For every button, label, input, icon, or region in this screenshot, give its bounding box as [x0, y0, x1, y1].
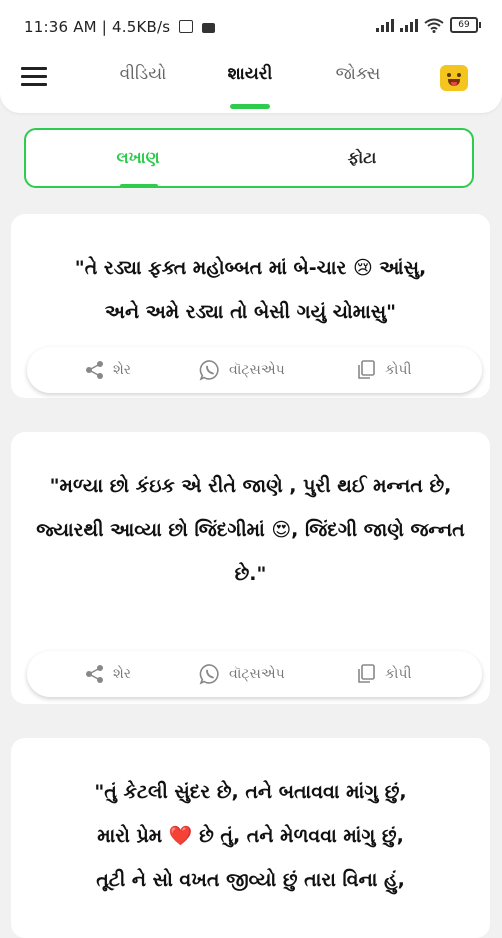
shayari-line: "તું કેટલી સુંદર છે, તને બતાવવા માંગુ છુ…: [94, 781, 407, 803]
menu-icon[interactable]: [21, 67, 47, 87]
active-tab-indicator: [230, 104, 270, 109]
sub-tab-bar: લખાણ ફોટા: [24, 128, 474, 188]
share-button[interactable]: શેર: [85, 662, 131, 686]
whatsapp-button[interactable]: વૉટ્સએપ: [199, 662, 285, 686]
signal-icon: [376, 18, 394, 32]
shayari-text: "મળ્યા છો કંઇક એ રીતે જાણે , પુરી થઈ મન્…: [35, 464, 466, 596]
copy-label: કોપી: [385, 362, 412, 378]
shayari-card: "મળ્યા છો કંઇક એ રીતે જાણે , પુરી થઈ મન્…: [11, 432, 490, 704]
status-time-text: 11:36 AM | 4.5KB/s: [24, 18, 171, 36]
sub-tab-text[interactable]: લખાણ: [78, 148, 198, 168]
copy-icon: [358, 360, 375, 379]
emoji-icon[interactable]: [440, 65, 468, 91]
copy-button[interactable]: કોપી: [355, 662, 411, 686]
message-icon: [202, 23, 216, 33]
share-button[interactable]: શેર: [85, 358, 131, 382]
tab-videos[interactable]: વીડિયો: [88, 64, 198, 84]
shayari-line: તૂટી ને સો વખત જીવ્યો છું તારા વિના હું,: [96, 869, 405, 891]
action-bar: શેર વૉટ્સએપ કોપી: [27, 651, 482, 697]
shayari-card: "તું કેટલી સુંદર છે, તને બતાવવા માંગુ છુ…: [11, 738, 490, 938]
whatsapp-label: વૉટ્સએપ: [229, 666, 285, 682]
copy-label: કોપી: [385, 666, 412, 682]
shayari-text: "તું કેટલી સુંદર છે, તને બતાવવા માંગુ છુ…: [27, 770, 474, 902]
share-label: શેર: [113, 666, 132, 682]
status-icons: 69: [376, 17, 481, 33]
shayari-line: મારો પ્રેમ ❤️ છે તું, તને મેળવવા માંગુ છ…: [97, 825, 404, 847]
signal-icon: [400, 18, 418, 32]
shayari-line: જ્યારથી આવ્યા છો જિંદગીમાં 😍, જિંદગી જાણ…: [36, 519, 465, 585]
tab-shayari[interactable]: શાયરી: [195, 64, 305, 84]
shayari-line: "મળ્યા છો કંઇક એ રીતે જાણે , પુરી થઈ મન્…: [49, 475, 452, 497]
wifi-icon: [424, 18, 444, 33]
share-icon: [86, 665, 103, 683]
battery-icon: 69: [450, 17, 481, 33]
sub-tab-photos[interactable]: ફોટા: [302, 148, 422, 168]
action-bar: શેર વૉટ્સએપ કોપી: [27, 347, 482, 393]
tab-jokes[interactable]: જોક્સ: [303, 64, 413, 84]
shayari-line: "તે રડ્યા ફક્ત મહોબ્બત માં બે-ચાર 😢 આંસુ…: [74, 257, 427, 279]
share-icon: [86, 361, 103, 379]
whatsapp-label: વૉટ્સએપ: [229, 362, 285, 378]
copy-icon: [358, 664, 375, 683]
app-header: 11:36 AM | 4.5KB/s 69 વીડિયો શાયરી જોક્સ: [0, 0, 502, 113]
status-time: 11:36 AM | 4.5KB/s: [24, 18, 216, 36]
status-bar: 11:36 AM | 4.5KB/s 69: [0, 0, 502, 52]
whatsapp-icon: [199, 664, 219, 685]
share-label: શેર: [113, 362, 132, 378]
copy-button[interactable]: કોપી: [355, 358, 411, 382]
whatsapp-button[interactable]: વૉટ્સએપ: [199, 358, 285, 382]
notification-icon: [179, 20, 194, 33]
whatsapp-icon: [199, 360, 219, 381]
shayari-card: "તે રડ્યા ફક્ત મહોબ્બત માં બે-ચાર 😢 આંસુ…: [11, 214, 490, 398]
sub-tab-indicator: [120, 184, 158, 188]
shayari-line: અને અમે રડ્યા તો બેસી ગયું ચોમાસુ": [104, 301, 397, 323]
shayari-text: "તે રડ્યા ફક્ત મહોબ્બત માં બે-ચાર 😢 આંસુ…: [27, 246, 474, 334]
